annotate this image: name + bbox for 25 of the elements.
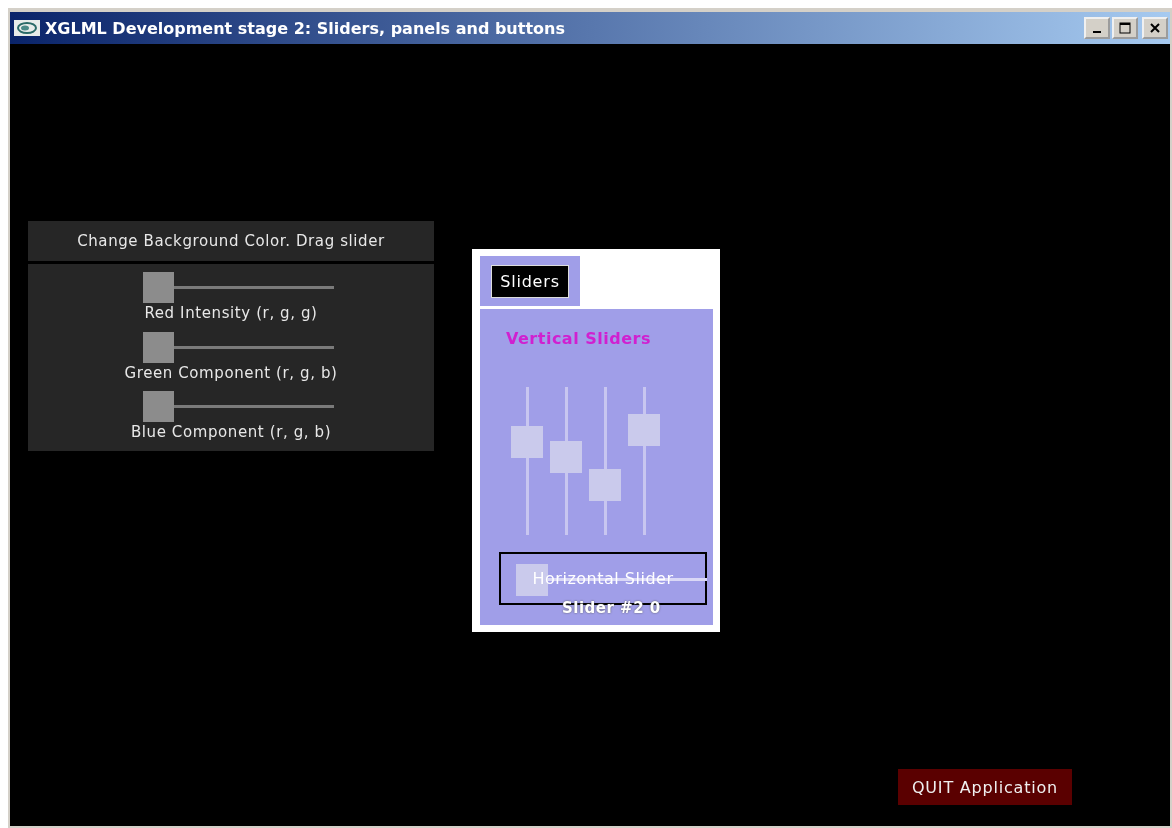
slider-thumb[interactable] [628,413,660,446]
maximize-icon [1119,22,1131,34]
close-button[interactable] [1142,17,1168,39]
slider-thumb[interactable] [142,391,174,423]
sliders-tab[interactable]: Sliders [491,264,569,298]
quit-button[interactable]: QUIT Application [898,769,1072,805]
slider-thumb[interactable] [550,440,582,473]
maximize-button[interactable] [1112,17,1138,39]
minimize-icon [1093,31,1101,33]
horizontal-slider[interactable] [516,564,707,596]
slider-reading: Slider #2 0 [562,599,661,617]
slider-thumb[interactable] [142,272,174,303]
close-icon [1149,22,1161,34]
slider-label: Green Component (r, g, b) [124,363,338,382]
app-icon [14,20,40,36]
slider-thumb[interactable] [142,331,174,363]
slider-label: Blue Component (r, g, b) [130,423,332,442]
slider-thumb[interactable] [589,468,621,501]
slider-label: Red Intensity (r, g, g) [144,304,318,322]
minimize-button[interactable] [1084,17,1110,39]
slider-label: Horizontal Slider [532,569,674,588]
window-title: XGLML Development stage 2: Sliders, panels and buttons [45,18,565,38]
section-heading: Vertical Sliders [506,329,651,348]
slider-thumb[interactable] [511,425,543,458]
panel-title: Change Background Color. Drag slider [77,232,385,250]
